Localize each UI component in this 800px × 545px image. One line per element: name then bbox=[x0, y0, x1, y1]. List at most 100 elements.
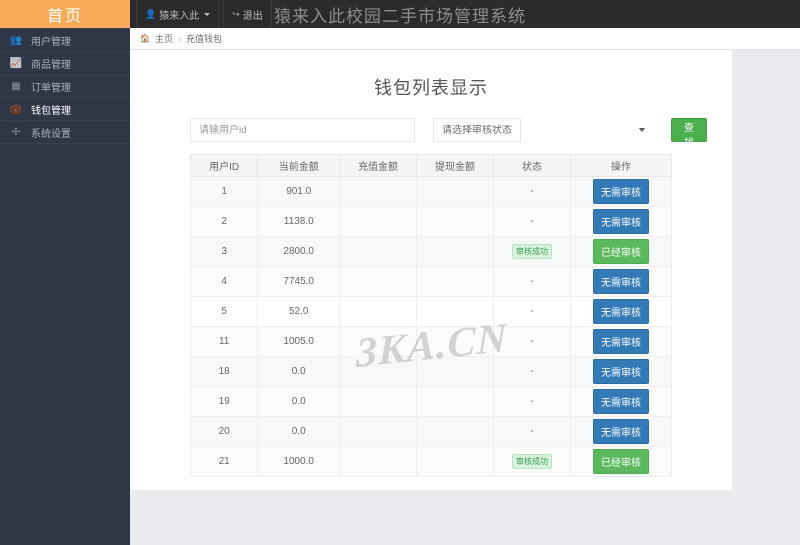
breadcrumb-separator: › bbox=[177, 33, 181, 44]
audit-action-button[interactable]: 无需审核 bbox=[592, 209, 649, 234]
brand-home-button[interactable]: 首页 bbox=[0, 0, 130, 28]
table-body: 1 901.0- 无需审核 2 1138.0- 无需审核 3 2800.0 审核成功 已经审核 4 7… bbox=[189, 176, 673, 477]
sidebar-item-wallet[interactable]: 💼 钱包管理 bbox=[0, 98, 130, 121]
table-head: 用户ID 当前金额 充值金额 提现金额 状态 操作 bbox=[189, 154, 673, 177]
settings-icon: ✢ bbox=[11, 126, 21, 138]
content-area: 🏠 主页 › 充值钱包 钱包列表显示 请选择审核状态 bbox=[130, 28, 800, 545]
cell-withdraw-amount bbox=[416, 236, 494, 267]
audit-action-button[interactable]: 无需审核 bbox=[592, 329, 649, 354]
cell-status: - bbox=[493, 326, 571, 357]
sidebar-item-orders[interactable]: ▦ 订单管理 bbox=[0, 75, 130, 98]
table-row[interactable]: 21 1000.0 审核成功 已经审核 bbox=[189, 446, 673, 477]
cell-status: - bbox=[493, 356, 571, 387]
audit-action-button[interactable]: 无需审核 bbox=[592, 179, 649, 204]
table-row[interactable]: 20 0.0 - 无需审核 bbox=[189, 416, 673, 447]
chart-bar-icon: 📈 bbox=[9, 57, 23, 69]
table-row[interactable]: 18 0.0 - 无需审核 bbox=[189, 356, 673, 387]
cell-user-id: 20 bbox=[189, 416, 259, 447]
cell-status: 审核成功 bbox=[493, 446, 571, 477]
cell-operation: 无需审核 bbox=[569, 386, 673, 417]
cell-user-id: 21 bbox=[189, 446, 259, 477]
body: 👥 用户管理 📈 商品管理 ▦ 订单管理 💼 钱包管理 ✢ 系统设置 🏠 主页 … bbox=[0, 28, 800, 545]
cell-current-amount: 901.0 bbox=[257, 176, 341, 207]
cell-operation: 无需审核 bbox=[569, 176, 673, 207]
status-select-wrapper: 请选择审核状态 bbox=[433, 118, 653, 142]
page-title: 钱包列表显示 bbox=[374, 78, 488, 98]
cell-user-id: 1 bbox=[189, 176, 259, 207]
logout-label: 退出 bbox=[242, 10, 263, 22]
table-row[interactable]: 4 7745.0 - 无需审核 bbox=[189, 266, 673, 297]
audit-action-button[interactable]: 无需审核 bbox=[592, 269, 649, 294]
audit-action-button[interactable]: 无需审核 bbox=[592, 419, 649, 444]
col-operation: 操作 bbox=[569, 154, 673, 177]
cell-recharge-amount bbox=[339, 236, 418, 267]
top-bar: 首页 👤 猿来入此 ↪ 退出 猿来入此校园二手市场管理系统 bbox=[0, 0, 800, 28]
grid-icon: ▦ bbox=[11, 80, 21, 92]
cell-recharge-amount bbox=[339, 266, 418, 297]
audit-action-button[interactable]: 无需审核 bbox=[592, 299, 649, 324]
sidebar-item-products[interactable]: 📈 商品管理 bbox=[0, 52, 130, 75]
table-row[interactable]: 19 0.0 - 无需审核 bbox=[189, 386, 673, 417]
cell-withdraw-amount bbox=[416, 266, 494, 297]
audit-action-button[interactable]: 已经审核 bbox=[592, 239, 649, 264]
user-id-input[interactable] bbox=[190, 118, 415, 142]
user-icon: 👤 bbox=[145, 8, 157, 19]
table-row[interactable]: 1 901.0 - 无需审核 bbox=[189, 176, 673, 207]
col-withdraw-amount: 提现金额 bbox=[416, 154, 494, 177]
cell-operation: 无需审核 bbox=[569, 266, 673, 297]
cell-operation: 无需审核 bbox=[569, 416, 673, 447]
sidebar-item-label: 系统设置 bbox=[31, 128, 71, 140]
status-badge: 审核成功 bbox=[511, 244, 552, 259]
table-row[interactable]: 11 1005.0 - 无需审核 bbox=[189, 326, 673, 357]
sidebar-item-label: 用户管理 bbox=[31, 36, 71, 48]
table-row[interactable]: 3 2800.0 审核成功 已经审核 bbox=[189, 236, 673, 267]
cell-current-amount: 7745.0 bbox=[257, 266, 341, 297]
search-button[interactable]: 查找 bbox=[671, 118, 707, 149]
cell-current-amount: 0.0 bbox=[257, 416, 341, 447]
cell-user-id: 4 bbox=[189, 266, 259, 297]
cell-user-id: 11 bbox=[189, 326, 259, 357]
table-row[interactable]: 5 52.0 - 无需审核 bbox=[189, 296, 673, 327]
users-icon: 👥 bbox=[9, 34, 23, 46]
wallet-icon: 💼 bbox=[9, 103, 23, 115]
audit-action-button[interactable]: 无需审核 bbox=[592, 389, 649, 414]
cell-status: 审核成功 bbox=[493, 236, 571, 267]
table-header-row: 用户ID 当前金额 充值金额 提现金额 状态 操作 bbox=[189, 154, 673, 177]
right-gutter bbox=[732, 50, 800, 490]
cell-withdraw-amount bbox=[416, 386, 494, 417]
cell-operation: 无需审核 bbox=[569, 296, 673, 327]
cell-withdraw-amount bbox=[416, 416, 494, 447]
col-user-id: 用户ID bbox=[189, 154, 259, 177]
cell-recharge-amount bbox=[339, 416, 418, 447]
sidebar-item-label: 订单管理 bbox=[31, 82, 71, 94]
status-select[interactable]: 请选择审核状态 bbox=[433, 118, 521, 142]
user-menu-label: 猿来入此 bbox=[159, 10, 200, 22]
cell-operation: 已经审核 bbox=[569, 236, 673, 267]
cell-status: - bbox=[493, 206, 571, 237]
col-current-amount: 当前金额 bbox=[257, 154, 341, 177]
cell-status: - bbox=[493, 266, 571, 297]
audit-action-button[interactable]: 无需审核 bbox=[592, 359, 649, 384]
audit-action-button[interactable]: 已经审核 bbox=[592, 449, 649, 474]
breadcrumb-home[interactable]: 主页 bbox=[155, 32, 173, 45]
user-menu-button[interactable]: 👤 猿来入此 bbox=[136, 0, 220, 28]
home-icon: 🏠 bbox=[140, 34, 150, 43]
logout-button[interactable]: ↪ 退出 bbox=[223, 0, 272, 28]
cell-recharge-amount bbox=[339, 176, 418, 207]
cell-current-amount: 1138.0 bbox=[257, 206, 341, 237]
cell-withdraw-amount bbox=[416, 296, 494, 327]
sidebar: 👥 用户管理 📈 商品管理 ▦ 订单管理 💼 钱包管理 ✢ 系统设置 bbox=[0, 28, 130, 545]
sign-out-icon: ↪ bbox=[232, 8, 240, 19]
cell-withdraw-amount bbox=[416, 326, 494, 357]
cell-operation: 无需审核 bbox=[569, 206, 673, 237]
table-row[interactable]: 2 1138.0 - 无需审核 bbox=[189, 206, 673, 237]
cell-current-amount: 1005.0 bbox=[257, 326, 341, 357]
cell-user-id: 2 bbox=[189, 206, 259, 237]
sidebar-item-users[interactable]: 👥 用户管理 bbox=[0, 29, 130, 52]
cell-operation: 已经审核 bbox=[569, 446, 673, 477]
cell-current-amount: 2800.0 bbox=[257, 236, 341, 267]
cell-current-amount: 0.0 bbox=[257, 386, 341, 417]
cell-recharge-amount bbox=[339, 206, 418, 237]
sidebar-item-label: 商品管理 bbox=[31, 59, 71, 71]
sidebar-item-settings[interactable]: ✢ 系统设置 bbox=[0, 121, 130, 144]
